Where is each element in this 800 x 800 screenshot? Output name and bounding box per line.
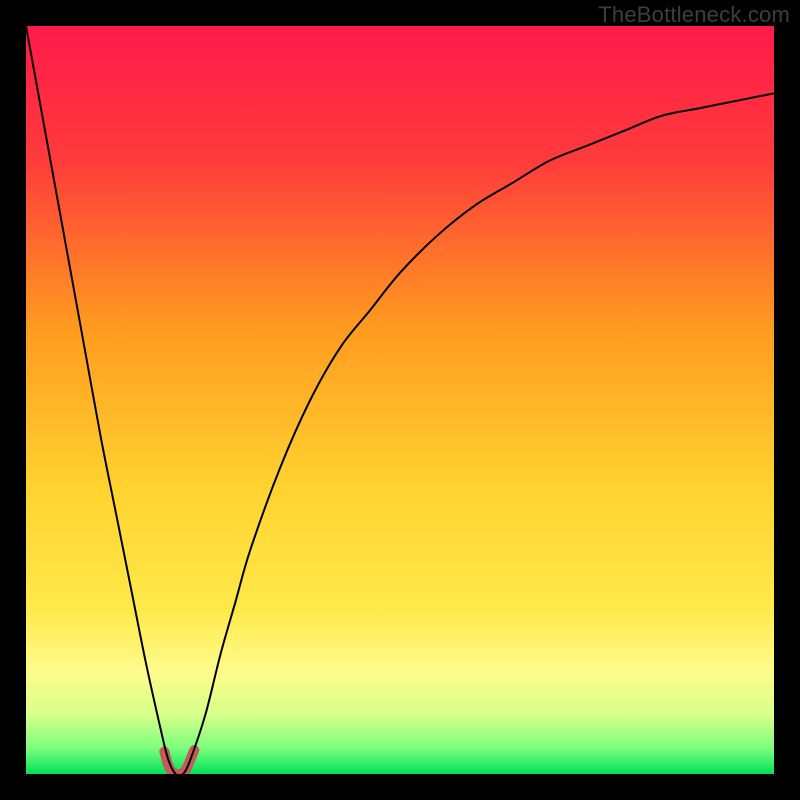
bottleneck-curve-path (26, 26, 774, 774)
watermark-text: TheBottleneck.com (598, 2, 790, 28)
curve-layer (26, 26, 774, 774)
chart-frame: TheBottleneck.com (0, 0, 800, 800)
plot-area (26, 26, 774, 774)
